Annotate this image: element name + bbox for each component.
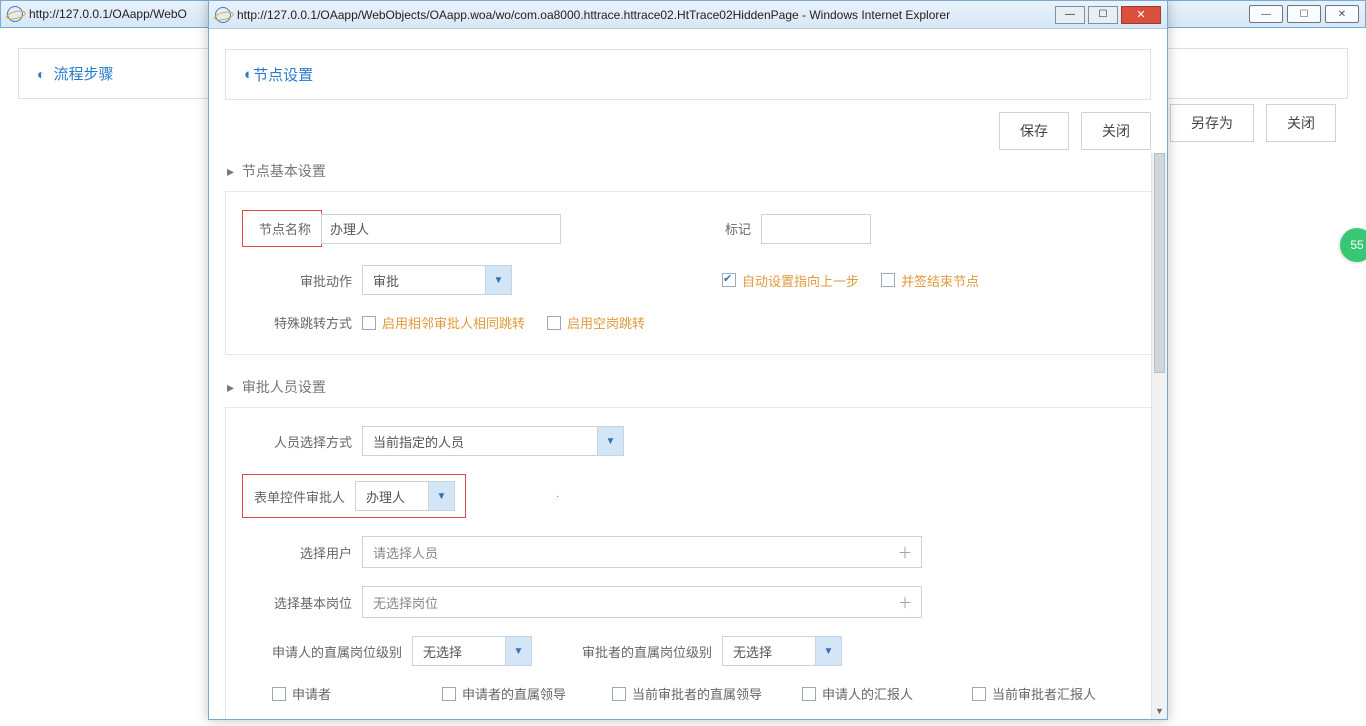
approver-post-level-select[interactable]: 无选择 ▼ bbox=[722, 636, 842, 666]
bg-close-button[interactable]: ✕ bbox=[1325, 5, 1359, 23]
save-button[interactable]: 保存 bbox=[999, 112, 1069, 150]
chevron-down-icon: ▼ bbox=[485, 266, 511, 294]
bg-panel-title: 流程步骤 bbox=[53, 63, 113, 84]
chevron-down-icon: ▼ bbox=[428, 482, 454, 510]
close-page-button[interactable]: 关闭 bbox=[1081, 112, 1151, 150]
approver-post-level-label: 审批者的直属岗位级别 bbox=[532, 642, 722, 661]
countersign-end-checkbox[interactable] bbox=[881, 273, 895, 287]
mark-input[interactable] bbox=[761, 214, 871, 244]
scroll-thumb[interactable] bbox=[1154, 153, 1165, 373]
checkbox-label: 申请者的直属领导 bbox=[462, 684, 566, 703]
fg-title-text: http://127.0.0.1/OAapp/WebObjects/OAapp.… bbox=[237, 8, 950, 22]
applicant-post-level-select[interactable]: 无选择 ▼ bbox=[412, 636, 532, 666]
fg-titlebar[interactable]: http://127.0.0.1/OAapp/WebObjects/OAapp.… bbox=[209, 1, 1167, 29]
plus-icon[interactable]: ＋ bbox=[889, 592, 921, 613]
checkbox-option[interactable]: 申请者下属 bbox=[272, 717, 402, 719]
checkbox-option[interactable]: 当前审批者汇报人 bbox=[972, 684, 1102, 703]
checkbox-label: 申请者下属 bbox=[292, 717, 357, 719]
select-mode-select[interactable]: 当前指定的人员 ▼ bbox=[362, 426, 624, 456]
checkbox-label: 标记取人 bbox=[632, 717, 684, 719]
fg-close-button[interactable]: ✕ bbox=[1121, 6, 1161, 24]
select-post-label: 选择基本岗位 bbox=[242, 593, 362, 612]
form-control-select[interactable]: 办理人 ▼ bbox=[355, 481, 455, 511]
section2-box: 人员选择方式 当前指定的人员 ▼ 表单控件审批人 办理人 ▼ · bbox=[225, 407, 1153, 719]
fg-minimize-button[interactable]: — bbox=[1055, 6, 1085, 24]
checkbox-row-1: 申请者 申请者的直属领导 当前审批者的直属领导 申请人的汇报人 当前审批者汇报人 bbox=[242, 684, 1102, 703]
scroll-down-icon[interactable]: ▼ bbox=[1152, 703, 1167, 719]
form-control-label: 表单控件审批人 bbox=[243, 475, 355, 517]
ie-icon bbox=[7, 6, 23, 22]
foreground-dialog-window: http://127.0.0.1/OAapp/WebObjects/OAapp.… bbox=[208, 0, 1168, 720]
chevron-right-icon: ▸ bbox=[227, 379, 234, 395]
section1-box: 节点名称 标记 审批动作 审批 ▼ 自动设置指向上一步 并 bbox=[225, 191, 1153, 355]
approve-action-label: 审批动作 bbox=[242, 271, 362, 290]
dot-indicator: · bbox=[556, 491, 559, 502]
bg-title-text: http://127.0.0.1/OAapp/WebO bbox=[29, 7, 187, 21]
fg-maximize-button[interactable]: ☐ bbox=[1088, 6, 1118, 24]
vacant-jump-checkbox[interactable] bbox=[547, 316, 561, 330]
checkbox-label: 当前审批者汇报人 bbox=[992, 684, 1096, 703]
checkbox[interactable] bbox=[802, 687, 816, 701]
fg-body: ◐ 节点设置 保存 关闭 ▸ 节点基本设置 节点名称 标记 bbox=[209, 29, 1167, 719]
adjacent-same-jump-label: 启用相邻审批人相同跳转 bbox=[382, 313, 525, 332]
arrow-right-icon: ◐ bbox=[37, 66, 45, 82]
checkbox-option[interactable]: 标记取人 bbox=[612, 717, 742, 719]
checkbox-label: 申请者 bbox=[292, 684, 331, 703]
bg-maximize-button[interactable]: ☐ bbox=[1287, 5, 1321, 23]
applicant-post-level-label: 申请人的直属岗位级别 bbox=[242, 642, 412, 661]
checkbox[interactable] bbox=[272, 687, 286, 701]
section2-title: ▸ 审批人员设置 bbox=[225, 369, 1153, 407]
auto-point-prev-checkbox[interactable] bbox=[722, 273, 736, 287]
mark-label: 标记 bbox=[561, 219, 761, 238]
auto-point-prev-label: 自动设置指向上一步 bbox=[742, 271, 859, 290]
node-name-input[interactable] bbox=[321, 214, 561, 244]
form-control-highlight: 表单控件审批人 办理人 ▼ bbox=[242, 474, 466, 518]
chevron-down-icon: ▼ bbox=[815, 637, 841, 665]
select-user-label: 选择用户 bbox=[242, 543, 362, 562]
checkbox-label: 申请人的汇报人 bbox=[822, 684, 913, 703]
ie-icon bbox=[215, 7, 231, 23]
section1-title: ▸ 节点基本设置 bbox=[225, 153, 1153, 191]
scroll-area[interactable]: ▸ 节点基本设置 节点名称 标记 审批动作 审批 ▼ bbox=[225, 153, 1163, 719]
chevron-down-icon: ▼ bbox=[597, 427, 623, 455]
countersign-end-label: 并签结束节点 bbox=[901, 271, 979, 290]
node-name-label: 节点名称 bbox=[243, 211, 321, 246]
checkbox-option[interactable]: 申请者的直属领导 bbox=[442, 684, 572, 703]
save-as-button[interactable]: 另存为 bbox=[1170, 104, 1254, 142]
approve-action-select[interactable]: 审批 ▼ bbox=[362, 265, 512, 295]
plus-icon[interactable]: ＋ bbox=[889, 542, 921, 563]
bg-close-page-button[interactable]: 关闭 bbox=[1266, 104, 1336, 142]
checkbox-option[interactable]: 申请人的汇报人 bbox=[802, 684, 932, 703]
checkbox-option[interactable]: 当前审批者的直属领导 bbox=[612, 684, 762, 703]
arrow-right-icon: ◐ bbox=[244, 66, 253, 83]
select-user-picker[interactable]: 请选择人员 ＋ bbox=[362, 536, 922, 568]
special-jump-label: 特殊跳转方式 bbox=[242, 313, 362, 332]
chevron-down-icon: ▼ bbox=[505, 637, 531, 665]
checkbox-label: 审批者下属 bbox=[462, 717, 527, 719]
checkbox[interactable] bbox=[612, 687, 626, 701]
vacant-jump-label: 启用空岗跳转 bbox=[567, 313, 645, 332]
bg-minimize-button[interactable]: — bbox=[1249, 5, 1283, 23]
side-badge[interactable]: 55 bbox=[1340, 228, 1366, 262]
adjacent-same-jump-checkbox[interactable] bbox=[362, 316, 376, 330]
bg-action-row: 另存为 关闭 bbox=[1170, 104, 1336, 142]
node-name-highlight: 节点名称 bbox=[242, 210, 322, 247]
select-mode-label: 人员选择方式 bbox=[242, 432, 362, 451]
vertical-scrollbar[interactable]: ▲ ▼ bbox=[1151, 153, 1167, 719]
checkbox-row-2: 申请者下属 审批者下属 标记取人 bbox=[242, 717, 742, 719]
checkbox[interactable] bbox=[972, 687, 986, 701]
checkbox[interactable] bbox=[442, 687, 456, 701]
chevron-right-icon: ▸ bbox=[227, 163, 234, 179]
checkbox-option[interactable]: 审批者下属 bbox=[442, 717, 572, 719]
checkbox-label: 当前审批者的直属领导 bbox=[632, 684, 762, 703]
fg-panel-header: ◐ 节点设置 bbox=[225, 49, 1151, 100]
checkbox-option[interactable]: 申请者 bbox=[272, 684, 402, 703]
fg-panel-title: 节点设置 bbox=[253, 64, 313, 85]
select-post-picker[interactable]: 无选择岗位 ＋ bbox=[362, 586, 922, 618]
